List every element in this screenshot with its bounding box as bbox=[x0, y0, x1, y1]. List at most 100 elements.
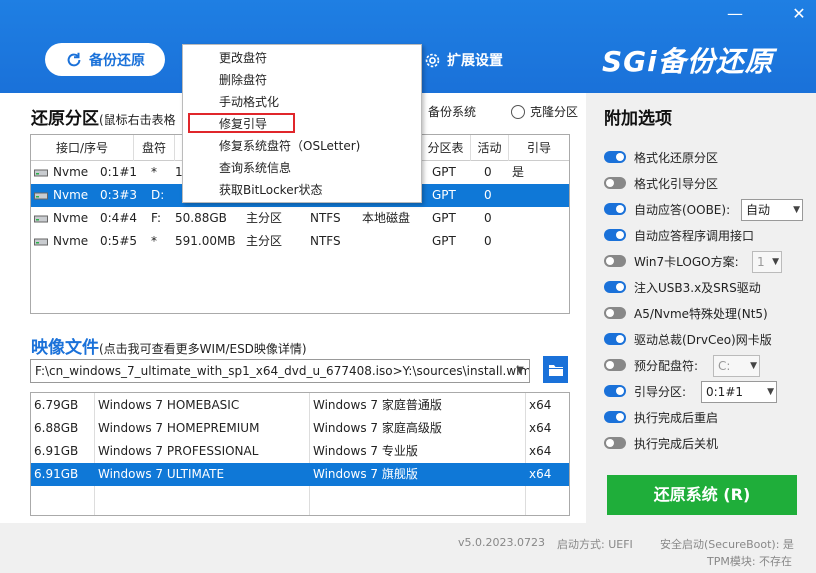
partition-cell-type: 主分区 bbox=[246, 211, 283, 225]
image-cell-arch: x64 bbox=[529, 398, 552, 412]
col-header-table[interactable]: 分区表 bbox=[421, 135, 471, 161]
chevron-down-icon: ▼ bbox=[767, 387, 774, 397]
close-button[interactable]: ✕ bbox=[788, 4, 810, 24]
image-cell-cn: Windows 7 旗舰版 bbox=[313, 467, 418, 481]
disk-drive-icon bbox=[34, 238, 48, 246]
toggle-switch[interactable] bbox=[604, 229, 626, 241]
col-header-boot[interactable]: 引导 bbox=[509, 135, 569, 161]
menu-item-repair-osletter[interactable]: 修复系统盘符（OSLetter) bbox=[219, 136, 360, 156]
toggle-switch[interactable] bbox=[604, 359, 626, 371]
image-cell-name: Windows 7 PROFESSIONAL bbox=[98, 444, 259, 458]
option-toggle[interactable]: 自动应答(OOBE): bbox=[604, 199, 730, 219]
option-toggle[interactable]: 自动应答程序调用接口 bbox=[604, 225, 754, 245]
options-title: 附加选项 bbox=[604, 109, 672, 129]
toggle-switch[interactable] bbox=[604, 411, 626, 423]
image-cell-cn: Windows 7 专业版 bbox=[313, 444, 418, 458]
app-logo: SGi备份还原 bbox=[602, 45, 774, 78]
partition-cell-active: 0 bbox=[484, 188, 492, 202]
col-header-active[interactable]: 活动 bbox=[471, 135, 509, 161]
image-cell-size: 6.91GB bbox=[34, 444, 79, 458]
option-toggle[interactable]: 注入USB3.x及SRS驱动 bbox=[604, 277, 761, 297]
partition-cell-size: 591.00MB bbox=[175, 234, 236, 248]
toggle-switch[interactable] bbox=[604, 385, 626, 397]
partition-row[interactable]: Nvme 0:5#5 * 591.00MB 主分区 NTFS GPT 0 bbox=[31, 230, 569, 253]
partition-cell-fs: NTFS bbox=[310, 234, 341, 248]
partition-cell-iface: Nvme bbox=[53, 211, 89, 225]
radio-backup-system[interactable]: 备份系统 bbox=[428, 103, 476, 120]
menu-item-bitlocker-status[interactable]: 获取BitLocker状态 bbox=[219, 180, 323, 200]
image-path-select[interactable]: F:\cn_windows_7_ultimate_with_sp1_x64_dv… bbox=[30, 359, 530, 383]
partition-cell-letter: D: bbox=[151, 188, 165, 202]
minimize-button[interactable]: — bbox=[724, 4, 746, 24]
tab-extended-settings[interactable]: 扩展设置 bbox=[424, 50, 503, 70]
chevron-down-icon[interactable]: ▼ bbox=[511, 360, 529, 382]
partition-section-title: 还原分区(鼠标右击表格 bbox=[31, 104, 176, 129]
option-toggle[interactable]: 执行完成后重启 bbox=[604, 407, 718, 427]
letter-select[interactable]: C: ▼ bbox=[713, 355, 760, 377]
toggle-switch[interactable] bbox=[604, 281, 626, 293]
partition-cell-num: 0:3#3 bbox=[100, 188, 138, 202]
menu-item-repair-boot[interactable]: 修复引导 bbox=[219, 114, 267, 134]
toggle-switch[interactable] bbox=[604, 151, 626, 163]
toggle-switch[interactable] bbox=[604, 203, 626, 215]
radio-backup-label: 备份系统 bbox=[428, 105, 477, 119]
option-toggle[interactable]: 引导分区: bbox=[604, 381, 686, 401]
restore-system-button[interactable]: 还原系统 (R) bbox=[607, 475, 797, 515]
browse-folder-button[interactable] bbox=[543, 356, 568, 383]
radio-clone-partition[interactable]: 克隆分区 bbox=[511, 103, 578, 120]
toggle-switch[interactable] bbox=[604, 177, 626, 189]
chevron-down-icon: ▼ bbox=[772, 257, 779, 267]
disk-drive-icon bbox=[34, 169, 48, 177]
partition-hint: (鼠标右击表格 bbox=[99, 113, 176, 127]
boot-partition-select[interactable]: 0:1#1 ▼ bbox=[701, 381, 777, 403]
tab-backup-label: 备份还原 bbox=[89, 52, 145, 69]
radio-circle bbox=[511, 104, 525, 119]
option-toggle[interactable]: 格式化引导分区 bbox=[604, 173, 718, 193]
partition-cell-iface: Nvme bbox=[53, 165, 89, 179]
image-row[interactable]: 6.91GB Windows 7 ULTIMATE Windows 7 旗舰版 x64 bbox=[31, 463, 569, 486]
partition-cell-table: GPT bbox=[432, 188, 456, 202]
partition-cell-num: 0:1#1 bbox=[100, 165, 138, 179]
toggle-switch[interactable] bbox=[604, 437, 626, 449]
image-row[interactable]: 6.79GB Windows 7 HOMEBASIC Windows 7 家庭普通版… bbox=[31, 394, 569, 417]
image-hint[interactable]: (点击我可查看更多WIM/ESD映像详情) bbox=[99, 342, 307, 356]
toggle-switch[interactable] bbox=[604, 255, 626, 267]
image-cell-size: 6.79GB bbox=[34, 398, 79, 412]
option-label: 驱动总裁(DrvCeo)网卡版 bbox=[634, 332, 772, 347]
col-header-letter[interactable]: 盘符 bbox=[134, 135, 175, 161]
toggle-switch[interactable] bbox=[604, 333, 626, 345]
oobe-select[interactable]: 自动 ▼ bbox=[741, 199, 803, 221]
logo-select[interactable]: 1 ▼ bbox=[752, 251, 782, 273]
toggle-switch[interactable] bbox=[604, 307, 626, 319]
option-toggle[interactable]: 执行完成后关机 bbox=[604, 433, 718, 453]
partition-row[interactable]: Nvme 0:4#4 F: 50.88GB 主分区 NTFS 本地磁盘 GPT 0 bbox=[31, 207, 569, 230]
image-path-value: F:\cn_windows_7_ultimate_with_sp1_x64_dv… bbox=[35, 364, 530, 378]
partition-cell-table: GPT bbox=[432, 234, 456, 248]
image-cell-size: 6.91GB bbox=[34, 467, 79, 481]
image-section-title[interactable]: 映像文件(点击我可查看更多WIM/ESD映像详情) bbox=[31, 333, 307, 358]
option-toggle[interactable]: 格式化还原分区 bbox=[604, 147, 718, 167]
disk-drive-icon bbox=[34, 192, 48, 200]
menu-item-query-sysinfo[interactable]: 查询系统信息 bbox=[219, 158, 291, 178]
option-label: 格式化还原分区 bbox=[634, 150, 719, 165]
partition-cell-letter: F: bbox=[151, 211, 162, 225]
image-table[interactable]: 6.79GB Windows 7 HOMEBASIC Windows 7 家庭普通版… bbox=[30, 392, 570, 516]
menu-item-manual-format[interactable]: 手动格式化 bbox=[219, 92, 279, 112]
folder-icon bbox=[548, 364, 563, 376]
menu-item-change-letter[interactable]: 更改盘符 bbox=[219, 48, 267, 68]
menu-item-delete-letter[interactable]: 删除盘符 bbox=[219, 70, 267, 90]
partition-cell-letter: * bbox=[151, 165, 157, 179]
option-label: A5/Nvme特殊处理(Nt5) bbox=[634, 306, 768, 321]
option-toggle[interactable]: 预分配盘符: bbox=[604, 355, 698, 375]
image-row[interactable]: 6.91GB Windows 7 PROFESSIONAL Windows 7 专业… bbox=[31, 440, 569, 463]
col-header-interface[interactable]: 接口/序号 bbox=[31, 135, 134, 161]
partition-cell-letter: * bbox=[151, 234, 157, 248]
context-menu: 更改盘符 删除盘符 手动格式化 修复引导 修复系统盘符（OSLetter) 查询… bbox=[182, 44, 422, 203]
option-toggle[interactable]: 驱动总裁(DrvCeo)网卡版 bbox=[604, 329, 772, 349]
tab-backup-restore[interactable]: 备份还原 bbox=[45, 43, 165, 76]
option-label: 自动应答(OOBE): bbox=[634, 202, 731, 217]
image-row[interactable]: 6.88GB Windows 7 HOMEPREMIUM Windows 7 家庭高… bbox=[31, 417, 569, 440]
partition-title: 还原分区 bbox=[31, 109, 99, 129]
option-toggle[interactable]: Win7卡LOGO方案: bbox=[604, 251, 739, 271]
option-toggle[interactable]: A5/Nvme特殊处理(Nt5) bbox=[604, 303, 768, 323]
